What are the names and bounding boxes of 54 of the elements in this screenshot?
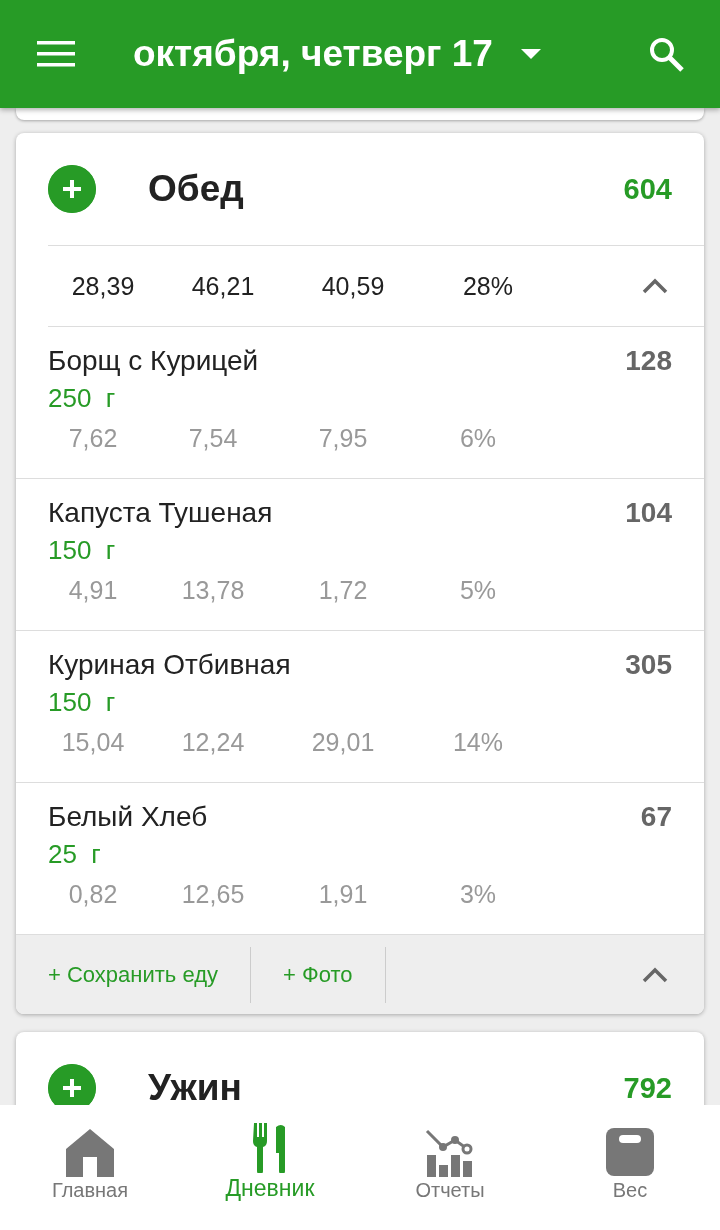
date-title[interactable]: октября, четверг 17: [133, 33, 493, 75]
food-calories: 67: [640, 801, 672, 833]
macro-value: 12,65: [180, 880, 246, 909]
macro-value: 14%: [451, 728, 504, 757]
macro-value: 4,91: [67, 576, 119, 605]
macro-value: 1,91: [317, 880, 369, 909]
fork-knife-icon: [253, 1123, 287, 1173]
meal-calories: 604: [623, 172, 672, 206]
action-link[interactable]: + Сохранить еду: [16, 946, 251, 1003]
macro-value: 7,95: [317, 424, 369, 453]
search-icon[interactable]: [648, 36, 684, 72]
nav-tab[interactable]: Дневник: [180, 1105, 360, 1230]
food-name[interactable]: Белый Хлеб: [48, 801, 208, 833]
macro-total: 28%: [461, 271, 514, 301]
meal-title: Ужин: [148, 1067, 242, 1105]
collapse-icon[interactable]: [642, 278, 668, 294]
nav-tab[interactable]: Главная: [0, 1105, 180, 1230]
macro-total: 28,39: [70, 271, 136, 301]
nav-tab[interactable]: Вес: [540, 1105, 720, 1230]
menu-icon[interactable]: [37, 41, 75, 67]
food-amount: 250 г: [48, 383, 117, 414]
collapse-icon[interactable]: [642, 966, 668, 983]
food-calories: 104: [625, 497, 672, 529]
macro-total: 46,21: [190, 271, 256, 301]
macro-value: 1,72: [317, 576, 369, 605]
macro-value: 0,82: [67, 880, 119, 909]
food-amount: 25 г: [48, 839, 102, 870]
macro-value: 13,78: [180, 576, 246, 605]
add-icon[interactable]: [48, 1064, 96, 1105]
add-icon[interactable]: [48, 165, 96, 213]
food-name[interactable]: Капуста Тушеная: [48, 497, 273, 529]
meal-calories: 792: [623, 1071, 672, 1105]
food-name[interactable]: Борщ с Курицей: [48, 345, 259, 377]
chart-icon: [425, 1127, 475, 1177]
scale-icon: [605, 1127, 655, 1177]
food-calories: 128: [625, 345, 672, 377]
dropdown-icon[interactable]: [520, 49, 541, 59]
meal-title: Обед: [148, 168, 244, 210]
macro-total: 40,59: [320, 271, 386, 301]
macro-value: 7,54: [187, 424, 239, 453]
macro-value: 15,04: [60, 728, 126, 757]
food-name[interactable]: Куриная Отбивная: [48, 649, 291, 681]
macro-value: 6%: [458, 424, 498, 453]
food-amount: 150 г: [48, 535, 117, 566]
house-icon: [65, 1127, 115, 1177]
macro-value: 5%: [458, 576, 498, 605]
macro-value: 7,62: [67, 424, 119, 453]
nav-tab[interactable]: Отчеты: [360, 1105, 540, 1230]
food-calories: 305: [625, 649, 672, 681]
action-link[interactable]: + Фото: [251, 946, 386, 1003]
macro-value: 29,01: [310, 728, 376, 757]
macro-value: 3%: [458, 880, 498, 909]
food-amount: 150 г: [48, 687, 117, 718]
macro-value: 12,24: [180, 728, 246, 757]
